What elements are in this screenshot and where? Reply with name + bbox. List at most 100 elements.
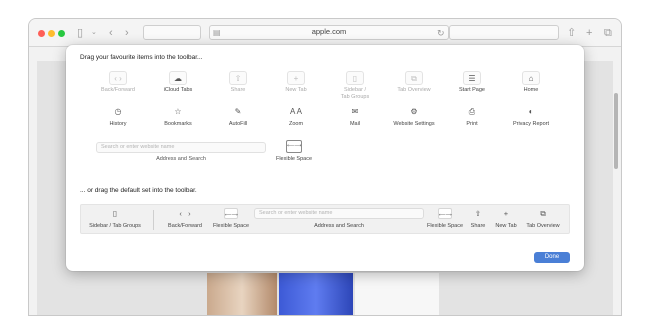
default-set-heading: ... or drag the default set into the too… bbox=[80, 187, 197, 194]
toolbar-item-label: New Tab bbox=[285, 87, 307, 93]
toolbar-item-start-page[interactable]: ☰ Start Page bbox=[442, 71, 502, 94]
default-tab-overview: ⧉ Tab Overview bbox=[523, 208, 563, 229]
toolbar-item-label: Privacy Report bbox=[512, 121, 550, 127]
toolbar-item-label: Share bbox=[230, 87, 246, 93]
toolbar-item-label: Tab Overview bbox=[397, 87, 431, 93]
toolbar-item-label: Home bbox=[523, 87, 539, 93]
default-back-forward: ‹ › Back/Forward bbox=[163, 208, 207, 229]
toolbar-item-home[interactable]: ⌂ Home bbox=[501, 71, 561, 94]
toolbar-item-mail[interactable]: ✉ Mail bbox=[325, 105, 385, 128]
reload-icon[interactable]: ↻ bbox=[437, 26, 445, 40]
toolbar-item-privacy-report[interactable]: ◐ Privacy Report bbox=[501, 105, 561, 128]
default-sidebar: ▯ Sidebar / Tab Groups bbox=[85, 208, 145, 229]
default-sidebar-label: Sidebar / Tab Groups bbox=[89, 223, 141, 229]
toolbar-item-tab-overview[interactable]: ⧉ Tab Overview bbox=[384, 71, 444, 94]
toolbar-item-label: Back/Forward bbox=[101, 87, 135, 93]
sidebar-icon[interactable]: ▯ bbox=[77, 26, 83, 40]
new-tab-icon: + bbox=[503, 209, 509, 218]
toolbar-item-new-tab[interactable]: + New Tab bbox=[266, 71, 326, 94]
toolbar-item-icon: ⎙ bbox=[468, 107, 476, 116]
empty-toolbar-slot bbox=[143, 25, 201, 40]
toolbar-item-icon: ◐ bbox=[528, 107, 534, 116]
back-forward-icon: ‹ › bbox=[179, 209, 191, 218]
toolbar-item-website-settings[interactable]: ⚙ Website Settings bbox=[384, 105, 444, 128]
toolbar-item-label: Website Settings bbox=[393, 121, 435, 127]
toolbar-item-autofill[interactable]: ✎ AutoFill bbox=[208, 105, 268, 128]
toolbar-item-print[interactable]: ⎙ Print bbox=[442, 105, 502, 128]
default-flexible-space-right-label: Flexible Space bbox=[426, 223, 464, 229]
close-window-button[interactable] bbox=[38, 30, 45, 37]
divider bbox=[153, 210, 154, 230]
customize-toolbar-sheet: Drag your favourite items into the toolb… bbox=[66, 45, 584, 271]
zoom-window-button[interactable] bbox=[58, 30, 65, 37]
scrollbar[interactable] bbox=[614, 93, 618, 169]
share-icon: ⇧ bbox=[474, 209, 482, 218]
toolbar-item-icon: ◷ bbox=[114, 107, 122, 116]
sidebar-icon: ▯ bbox=[112, 209, 118, 218]
extra-toolbar-slot bbox=[449, 25, 559, 40]
flexible-space-label: Flexible Space bbox=[275, 156, 313, 162]
toolbar-item-label: AutoFill bbox=[228, 121, 248, 127]
toolbar-item-label: Mail bbox=[349, 121, 361, 127]
toolbar-item-label: iCloud Tabs bbox=[163, 87, 193, 93]
toolbar-item-icon: ✉ bbox=[351, 107, 359, 116]
default-new-tab-label: New Tab bbox=[495, 223, 517, 229]
done-button[interactable]: Done bbox=[534, 252, 570, 263]
toolbar-item-icon: ⇧ bbox=[229, 71, 247, 85]
default-flexible-space-left: ⟵⟶ Flexible Space bbox=[211, 208, 251, 229]
toolbar-item-history[interactable]: ◷ History bbox=[88, 105, 148, 128]
toolbar-item-label: Bookmarks bbox=[164, 121, 192, 127]
toolbar-item-icon: ▯ bbox=[346, 71, 364, 85]
toolbar-item-icloud-tabs[interactable]: ☁ iCloud Tabs bbox=[148, 71, 208, 94]
share-icon[interactable]: ⇧ bbox=[567, 26, 576, 40]
default-address-placeholder: Search or enter website name bbox=[254, 208, 424, 219]
toolbar-item-icon: ⌂ bbox=[522, 71, 540, 85]
toolbar-item-share[interactable]: ⇧ Share bbox=[208, 71, 268, 94]
default-share: ⇧ Share bbox=[466, 208, 490, 229]
toolbar-item-bookmarks[interactable]: ☆ Bookmarks bbox=[148, 105, 208, 128]
minimize-window-button[interactable] bbox=[48, 30, 55, 37]
chevron-down-icon[interactable]: ⌄ bbox=[91, 26, 97, 40]
toolbar-item-zoom[interactable]: A A Zoom bbox=[266, 105, 326, 128]
tab-overview-icon: ⧉ bbox=[540, 209, 546, 218]
toolbar-item-label: Print bbox=[466, 121, 478, 127]
default-share-label: Share bbox=[470, 223, 486, 229]
default-new-tab: + New Tab bbox=[491, 208, 521, 229]
toolbar-item-icon: ☁ bbox=[169, 71, 187, 85]
toolbar-item-label: Sidebar / Tab Groups bbox=[340, 87, 370, 100]
default-flexible-space-left-label: Flexible Space bbox=[212, 223, 250, 229]
default-back-forward-label: Back/Forward bbox=[168, 223, 202, 229]
forward-icon[interactable]: › bbox=[125, 26, 129, 40]
default-flexible-space-right: ⟵⟶ Flexible Space bbox=[425, 208, 465, 229]
toolbar-item-label: History bbox=[109, 121, 127, 127]
product-image bbox=[279, 273, 353, 315]
toolbar-item-label: Start Page bbox=[459, 87, 485, 93]
title-bar: ▯ ⌄ ‹ › ▤ apple.com ↻ ⇧ + ⧉ bbox=[29, 19, 621, 47]
tab-overview-icon[interactable]: ⧉ bbox=[604, 26, 612, 40]
default-toolbar-set[interactable]: ▯ Sidebar / Tab Groups ‹ › Back/Forward … bbox=[80, 204, 570, 234]
toolbar-item-icon: ☰ bbox=[463, 71, 481, 85]
flexible-space-icon: ⟵⟶ bbox=[224, 208, 238, 219]
flexible-space-icon: ⟵⟶ bbox=[438, 208, 452, 219]
back-icon[interactable]: ‹ bbox=[109, 26, 113, 40]
address-search-label: Address and Search bbox=[156, 156, 206, 162]
address-search-placeholder: Search or enter website name bbox=[96, 142, 266, 153]
toolbar-item-icon: ☆ bbox=[174, 107, 182, 116]
flexible-space-icon: ⟵⟶ bbox=[286, 140, 302, 153]
default-address-search: Search or enter website name Address and… bbox=[251, 208, 427, 229]
default-address-label: Address and Search bbox=[314, 223, 364, 229]
toolbar-item-sidebar-tab-groups[interactable]: ▯ Sidebar / Tab Groups bbox=[325, 71, 385, 101]
product-image bbox=[355, 273, 439, 315]
product-image bbox=[207, 273, 277, 315]
toolbar-item-label: Zoom bbox=[288, 121, 304, 127]
favourites-heading: Drag your favourite items into the toolb… bbox=[80, 54, 203, 61]
new-tab-icon[interactable]: + bbox=[586, 26, 592, 40]
address-search-item[interactable]: Search or enter website name Address and… bbox=[96, 142, 266, 162]
toolbar-item-icon: ⧉ bbox=[405, 71, 423, 85]
toolbar-item-icon: ‹ › bbox=[109, 71, 127, 85]
toolbar-item-back-forward[interactable]: ‹ › Back/Forward bbox=[88, 71, 148, 94]
default-tab-overview-label: Tab Overview bbox=[526, 223, 560, 229]
toolbar-item-icon: ⚙ bbox=[410, 107, 418, 116]
toolbar-item-icon: ✎ bbox=[234, 107, 242, 116]
flexible-space-item[interactable]: ⟵⟶ Flexible Space bbox=[270, 140, 318, 162]
